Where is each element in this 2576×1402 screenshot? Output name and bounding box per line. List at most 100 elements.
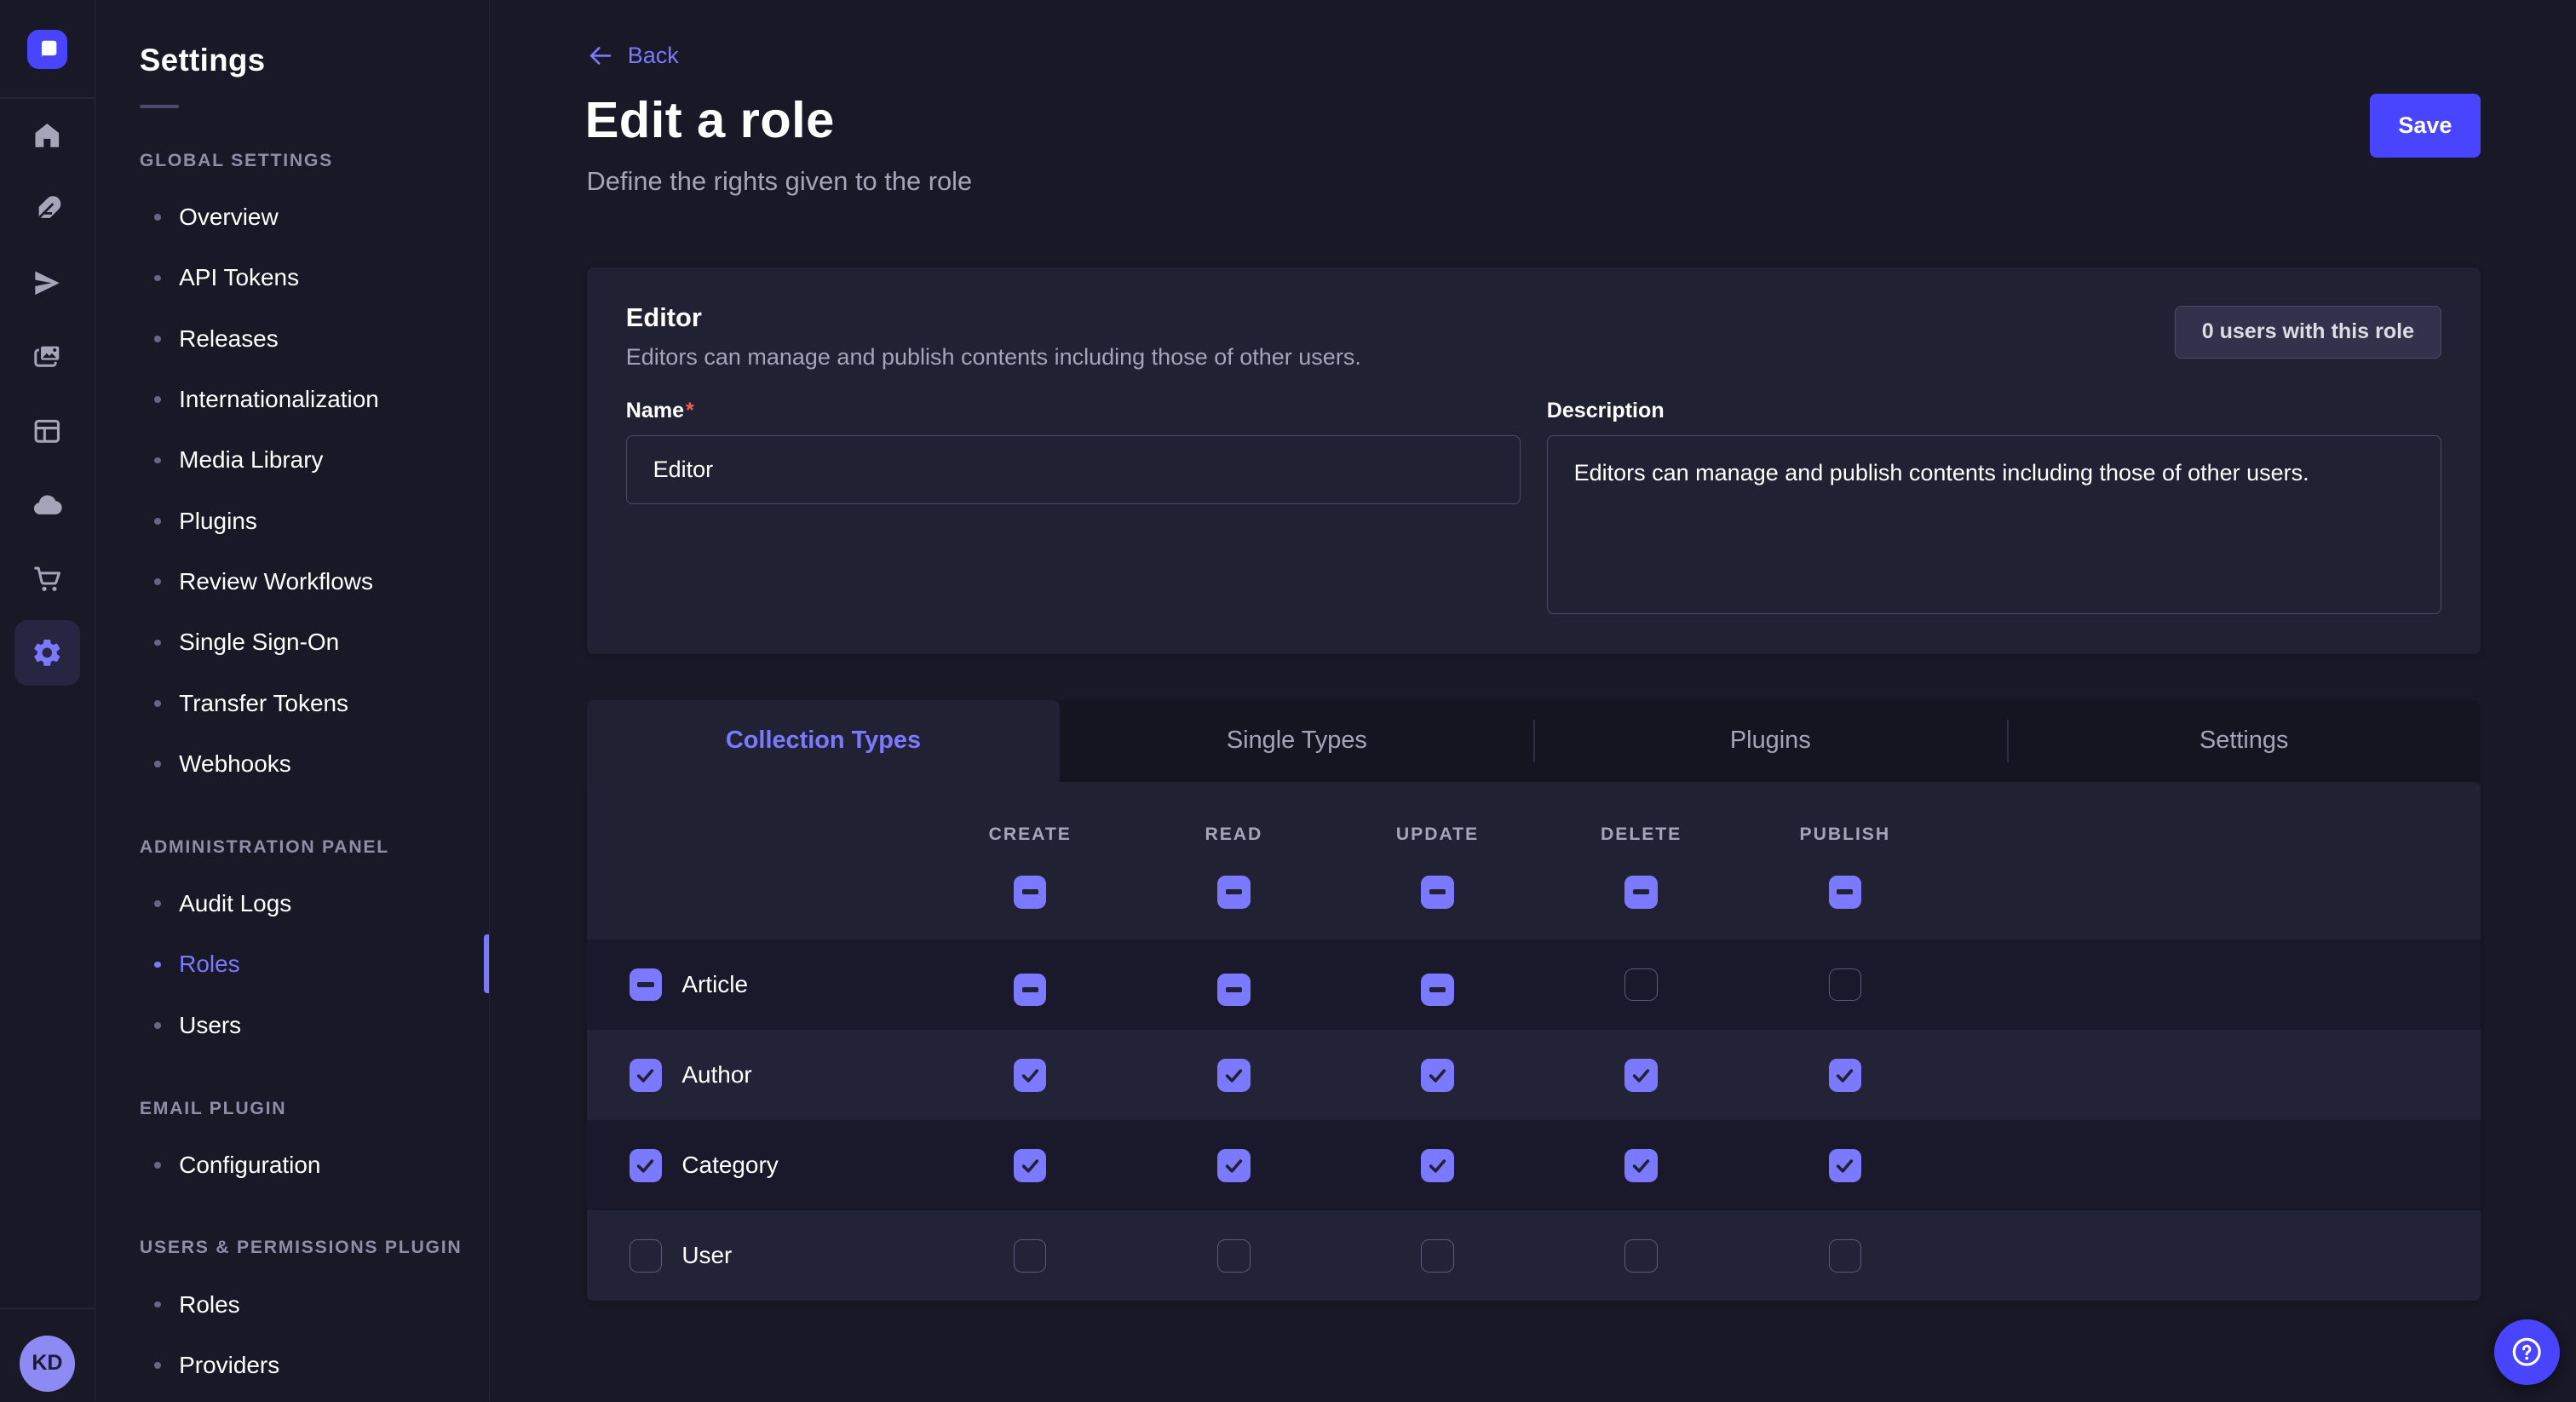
article-update-checkbox[interactable] <box>1421 974 1454 1007</box>
sidebar-item-label: Releases <box>179 325 279 353</box>
column-header-read: READ <box>1132 825 1336 845</box>
select-all-delete-checkbox[interactable] <box>1624 876 1658 909</box>
article-create-checkbox[interactable] <box>1014 974 1047 1007</box>
permission-cell <box>1829 968 1862 1008</box>
users-with-role-badge: 0 users with this role <box>2175 306 2441 359</box>
icon-rail: KD <box>0 0 95 1401</box>
indeterminate-dash-icon <box>1022 987 1038 992</box>
sidebar-item-label: Providers <box>179 1352 279 1379</box>
user-avatar[interactable]: KD <box>20 1336 76 1392</box>
select-all-create-checkbox[interactable] <box>1014 876 1047 909</box>
category-create-checkbox[interactable] <box>1014 1149 1047 1182</box>
user-update-checkbox[interactable] <box>1421 1239 1454 1273</box>
category-publish-checkbox[interactable] <box>1829 1149 1862 1182</box>
sidebar-item-users[interactable]: Users <box>140 995 489 1055</box>
sidebar-item-providers[interactable]: Providers <box>140 1335 489 1395</box>
sidebar-item-roles[interactable]: Roles <box>140 1274 489 1335</box>
row-checkbox-author[interactable] <box>630 1059 663 1092</box>
sidebar-item-internationalization[interactable]: Internationalization <box>140 369 489 429</box>
row-checkbox-article[interactable] <box>630 968 663 1002</box>
cloud-icon[interactable] <box>0 468 95 543</box>
user-read-checkbox[interactable] <box>1217 1239 1251 1273</box>
sidebar-item-label: Media Library <box>179 446 323 474</box>
sidebar-item-label: Configuration <box>179 1152 320 1179</box>
marketplace-cart-icon[interactable] <box>0 542 95 616</box>
sidebar-item-transfer-tokens[interactable]: Transfer Tokens <box>140 673 489 733</box>
permission-cell <box>1217 1239 1251 1279</box>
permission-cell <box>1217 968 1251 1006</box>
check-icon <box>1630 1064 1653 1087</box>
content-manager-icon[interactable] <box>0 394 95 468</box>
sidebar-item-overview[interactable]: Overview <box>140 187 489 247</box>
select-all-read-checkbox[interactable] <box>1217 876 1251 909</box>
permission-cell <box>1217 1059 1251 1094</box>
row-label: Article <box>681 971 748 998</box>
tab-collection-types[interactable]: Collection Types <box>587 700 1061 782</box>
sidebar-item-single-sign-on[interactable]: Single Sign-On <box>140 612 489 673</box>
row-label: User <box>681 1242 732 1269</box>
tab-settings[interactable]: Settings <box>2007 700 2481 782</box>
user-delete-checkbox[interactable] <box>1624 1239 1658 1273</box>
author-read-checkbox[interactable] <box>1217 1059 1251 1092</box>
tab-single-types[interactable]: Single Types <box>1060 700 1533 782</box>
sidebar-item-review-workflows[interactable]: Review Workflows <box>140 551 489 612</box>
permissions-header: CREATEREADUPDATEDELETEPUBLISH <box>587 782 2481 939</box>
bullet-dot-icon <box>154 761 161 767</box>
article-read-checkbox[interactable] <box>1217 974 1251 1007</box>
select-all-wrap <box>1421 871 1454 908</box>
sidebar-item-webhooks[interactable]: Webhooks <box>140 733 489 794</box>
sidebar-title: Settings <box>140 43 489 78</box>
permission-row-article: Article <box>587 939 2481 1030</box>
sidebar-item-releases[interactable]: Releases <box>140 308 489 369</box>
sidebar-item-api-tokens[interactable]: API Tokens <box>140 248 489 308</box>
permission-cell <box>1829 1059 1862 1094</box>
article-publish-checkbox[interactable] <box>1829 968 1862 1002</box>
column-header-publish: PUBLISH <box>1743 825 1946 845</box>
article-delete-checkbox[interactable] <box>1624 968 1658 1002</box>
permission-cell <box>1624 1059 1658 1094</box>
row-checkbox-category[interactable] <box>630 1149 663 1182</box>
check-icon <box>634 1154 657 1177</box>
permission-cell <box>1624 968 1658 1008</box>
content-type-builder-icon[interactable] <box>0 172 95 246</box>
check-icon <box>1833 1154 1856 1177</box>
bullet-dot-icon <box>154 700 161 707</box>
user-create-checkbox[interactable] <box>1014 1239 1047 1273</box>
sidebar-item-media-library[interactable]: Media Library <box>140 430 489 491</box>
strapi-logo-icon[interactable] <box>27 30 66 69</box>
select-all-publish-checkbox[interactable] <box>1829 876 1862 909</box>
category-update-checkbox[interactable] <box>1421 1149 1454 1182</box>
author-delete-checkbox[interactable] <box>1624 1059 1658 1092</box>
required-asterisk: * <box>686 399 694 422</box>
sidebar-item-label: Transfer Tokens <box>179 690 348 717</box>
deploy-send-icon[interactable] <box>0 246 95 320</box>
home-icon[interactable] <box>0 99 95 173</box>
select-all-wrap <box>1829 871 1862 908</box>
help-button[interactable] <box>2494 1319 2560 1385</box>
category-delete-checkbox[interactable] <box>1624 1149 1658 1182</box>
column-header-create: CREATE <box>929 825 1132 845</box>
media-library-icon[interactable] <box>0 320 95 394</box>
sidebar-section-heading: GLOBAL SETTINGS <box>140 151 489 174</box>
check-icon <box>1222 1154 1245 1177</box>
row-checkbox-user[interactable] <box>630 1239 663 1273</box>
category-read-checkbox[interactable] <box>1217 1149 1251 1182</box>
bullet-dot-icon <box>154 640 161 646</box>
column-header-update: UPDATE <box>1336 825 1539 845</box>
back-link[interactable]: Back <box>587 43 679 69</box>
tab-plugins[interactable]: Plugins <box>1533 700 2007 782</box>
sidebar-item-configuration[interactable]: Configuration <box>140 1135 489 1195</box>
name-input[interactable] <box>626 435 1521 504</box>
settings-gear-icon[interactable] <box>0 616 95 690</box>
author-create-checkbox[interactable] <box>1014 1059 1047 1092</box>
author-update-checkbox[interactable] <box>1421 1059 1454 1092</box>
author-publish-checkbox[interactable] <box>1829 1059 1862 1092</box>
permission-cell <box>1014 1149 1047 1184</box>
sidebar-item-audit-logs[interactable]: Audit Logs <box>140 873 489 934</box>
select-all-update-checkbox[interactable] <box>1421 876 1454 909</box>
description-textarea[interactable]: Editors can manage and publish contents … <box>1547 435 2441 614</box>
save-button[interactable]: Save <box>2370 94 2481 158</box>
sidebar-item-plugins[interactable]: Plugins <box>140 491 489 551</box>
user-publish-checkbox[interactable] <box>1829 1239 1862 1273</box>
sidebar-item-roles[interactable]: Roles <box>140 934 489 995</box>
